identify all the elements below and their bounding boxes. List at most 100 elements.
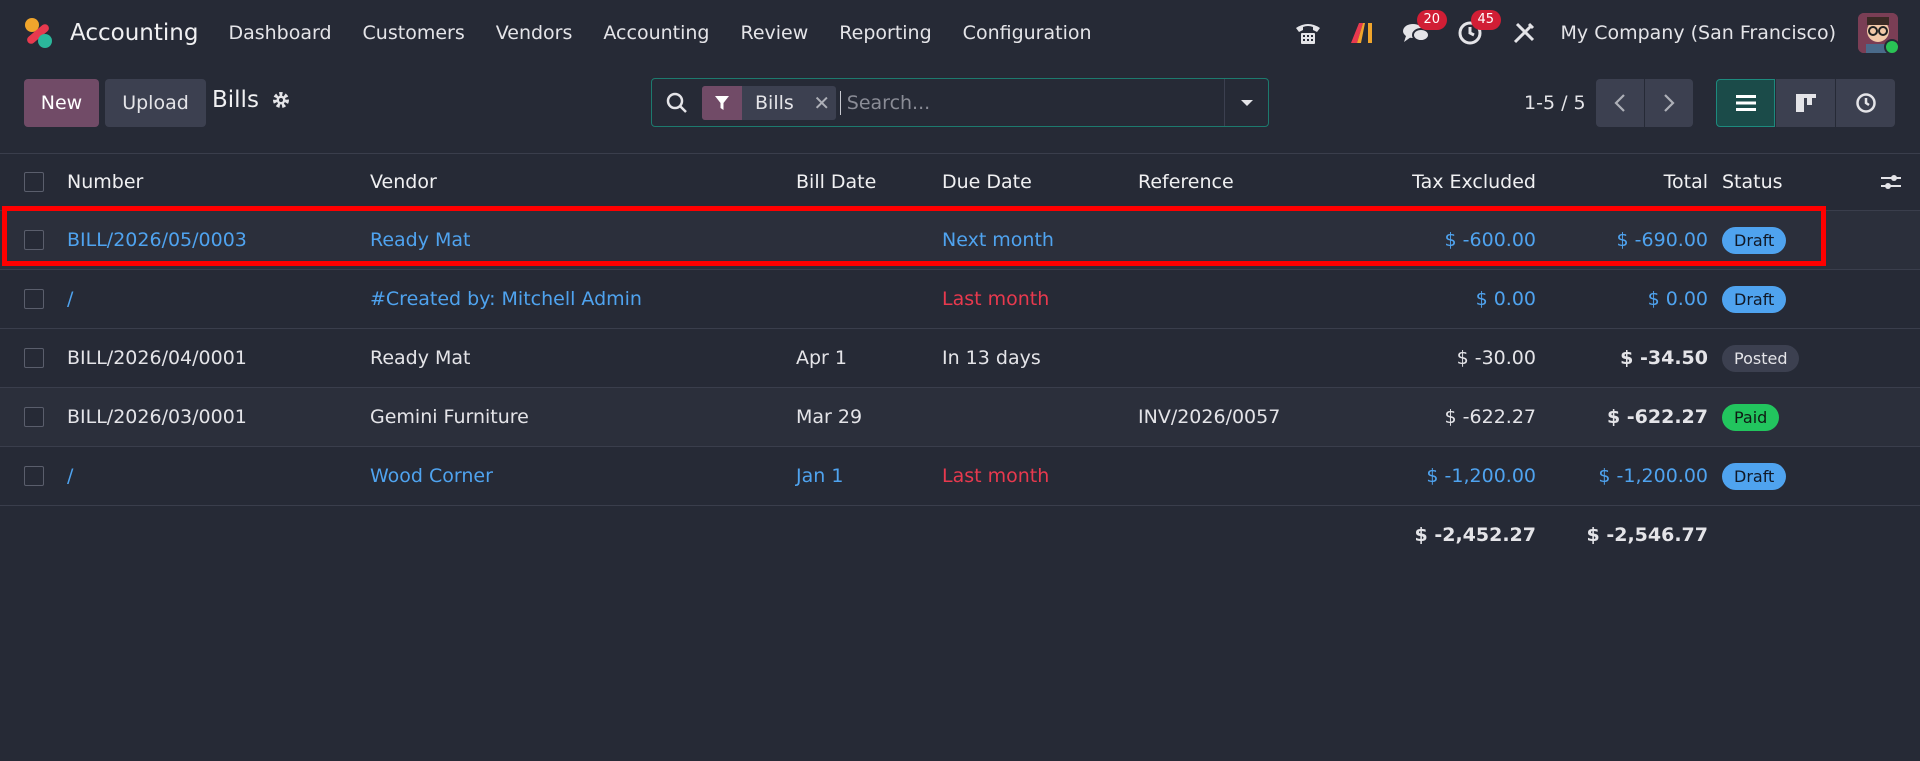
- menu-vendors[interactable]: Vendors: [496, 22, 573, 44]
- chevron-right-icon: [1664, 94, 1675, 112]
- app-brand[interactable]: Accounting: [22, 16, 198, 50]
- header-vendor[interactable]: Vendor: [370, 154, 437, 210]
- table-row[interactable]: / Wood Corner Jan 1 Last month $ -1,200.…: [0, 447, 1920, 506]
- search-facet: Bills ✕: [702, 85, 836, 120]
- page-title: Bills: [212, 87, 259, 113]
- close-icon[interactable]: ✕: [808, 91, 836, 115]
- header-due-date[interactable]: Due Date: [942, 154, 1032, 210]
- table-row[interactable]: BILL/2026/03/0001 Gemini Furniture Mar 2…: [0, 388, 1920, 447]
- row-checkbox[interactable]: [24, 447, 44, 505]
- menu-customers[interactable]: Customers: [363, 22, 465, 44]
- cell-vendor: Ready Mat: [370, 347, 471, 369]
- cell-number: BILL/2026/05/0003: [67, 229, 247, 251]
- top-navbar: Accounting Dashboard Customers Vendors A…: [0, 0, 1920, 65]
- cell-number: BILL/2026/04/0001: [67, 347, 247, 369]
- cell-vendor: #Created by: Mitchell Admin: [370, 288, 642, 310]
- menu-configuration[interactable]: Configuration: [963, 22, 1092, 44]
- cell-tax-excluded: $ -30.00: [1456, 347, 1536, 369]
- header-total[interactable]: Total: [1664, 154, 1708, 210]
- chevron-left-icon: [1614, 94, 1625, 112]
- cell-due-date: Last month: [942, 288, 1050, 310]
- activity-view-button[interactable]: [1836, 79, 1895, 127]
- header-tax-excluded[interactable]: Tax Excluded: [1412, 154, 1536, 210]
- pager-value[interactable]: 1-5 / 5: [1524, 92, 1586, 114]
- select-all-checkbox[interactable]: [24, 154, 44, 210]
- table-row[interactable]: / #Created by: Mitchell Admin Last month…: [0, 270, 1920, 329]
- cell-tax-excluded: $ 0.00: [1475, 288, 1536, 310]
- list-icon: [1735, 95, 1756, 111]
- cell-number: /: [67, 465, 74, 487]
- cell-bill-date: Mar 29: [796, 406, 863, 428]
- cell-total: $ -622.27: [1606, 406, 1708, 428]
- cell-reference: INV/2026/0057: [1138, 406, 1281, 428]
- row-checkbox[interactable]: [24, 388, 44, 446]
- messages-badge: 20: [1416, 9, 1448, 30]
- new-button[interactable]: New: [24, 79, 99, 127]
- row-checkbox[interactable]: [24, 329, 44, 387]
- user-avatar[interactable]: [1858, 12, 1898, 53]
- control-panel: New Upload Bills Bills ✕ Search... 1-5 /…: [0, 65, 1920, 153]
- status-badge: Draft: [1722, 226, 1787, 254]
- upload-button[interactable]: Upload: [105, 79, 206, 127]
- column-settings-icon[interactable]: [1880, 154, 1902, 210]
- pager-next-button[interactable]: [1645, 79, 1693, 127]
- app-name: Accounting: [70, 19, 199, 46]
- cell-vendor: Gemini Furniture: [370, 406, 529, 428]
- cell-number: /: [67, 288, 74, 310]
- chevron-down-icon[interactable]: [1224, 79, 1268, 126]
- clock-icon[interactable]: 45: [1453, 9, 1502, 50]
- cell-bill-date: Jan 1: [796, 465, 844, 487]
- menu-review[interactable]: Review: [741, 22, 809, 44]
- header-number[interactable]: Number: [67, 154, 143, 210]
- bills-table: Number Vendor Bill Date Due Date Referen…: [0, 153, 1920, 564]
- cell-vendor: Wood Corner: [370, 465, 493, 487]
- company-switcher[interactable]: My Company (San Francisco): [1561, 22, 1836, 44]
- cell-total: $ -690.00: [1616, 229, 1708, 251]
- cell-total: $ 0.00: [1647, 288, 1708, 310]
- total-tax-excluded: $ -2,452.27: [1414, 524, 1536, 546]
- cell-bill-date: Apr 1: [796, 347, 847, 369]
- search-input[interactable]: Search...: [839, 90, 1224, 115]
- cell-due-date: In 13 days: [942, 347, 1041, 369]
- list-view-button[interactable]: [1716, 79, 1775, 127]
- table-row[interactable]: BILL/2026/05/0003 Ready Mat Next month $…: [0, 211, 1920, 270]
- header-status[interactable]: Status: [1722, 154, 1783, 210]
- status-badge: Draft: [1722, 462, 1787, 490]
- cell-total: $ -34.50: [1620, 347, 1708, 369]
- table-totals-row: $ -2,452.27 $ -2,546.77: [0, 506, 1920, 564]
- pager-previous-button[interactable]: [1596, 79, 1644, 127]
- status-badge: Draft: [1722, 285, 1787, 313]
- cell-tax-excluded: $ -622.27: [1444, 406, 1536, 428]
- kanban-view-button[interactable]: [1776, 79, 1835, 127]
- search-icon[interactable]: [652, 92, 702, 114]
- row-checkbox[interactable]: [24, 270, 44, 328]
- cell-due-date: Last month: [942, 465, 1050, 487]
- gear-icon[interactable]: [271, 90, 291, 110]
- main-menu: Dashboard Customers Vendors Accounting R…: [228, 22, 1122, 44]
- table-row[interactable]: BILL/2026/04/0001 Ready Mat Apr 1 In 13 …: [0, 329, 1920, 388]
- systray: 20 45 My Company (San Francisco): [1291, 0, 1920, 65]
- header-reference[interactable]: Reference: [1138, 154, 1234, 210]
- table-header: Number Vendor Bill Date Due Date Referen…: [0, 153, 1920, 211]
- ai-icon[interactable]: [1345, 16, 1379, 50]
- row-checkbox[interactable]: [24, 211, 44, 269]
- cell-tax-excluded: $ -600.00: [1444, 229, 1536, 251]
- cell-number: BILL/2026/03/0001: [67, 406, 247, 428]
- cell-due-date: Next month: [942, 229, 1054, 251]
- menu-accounting[interactable]: Accounting: [603, 22, 709, 44]
- cell-vendor: Ready Mat: [370, 229, 471, 251]
- status-badge: Posted: [1722, 344, 1800, 372]
- header-bill-date[interactable]: Bill Date: [796, 154, 876, 210]
- menu-reporting[interactable]: Reporting: [839, 22, 931, 44]
- kanban-icon: [1795, 94, 1816, 112]
- chat-icon[interactable]: 20: [1399, 9, 1448, 50]
- total-amount: $ -2,546.77: [1586, 524, 1708, 546]
- search-bar: Bills ✕ Search...: [651, 78, 1269, 127]
- tools-icon[interactable]: [1507, 16, 1541, 50]
- phone-icon[interactable]: [1291, 16, 1325, 50]
- breadcrumb: Bills: [212, 87, 291, 113]
- filter-icon: [702, 85, 742, 120]
- cell-tax-excluded: $ -1,200.00: [1426, 465, 1536, 487]
- menu-dashboard[interactable]: Dashboard: [228, 22, 331, 44]
- online-status-dot: [1884, 38, 1898, 53]
